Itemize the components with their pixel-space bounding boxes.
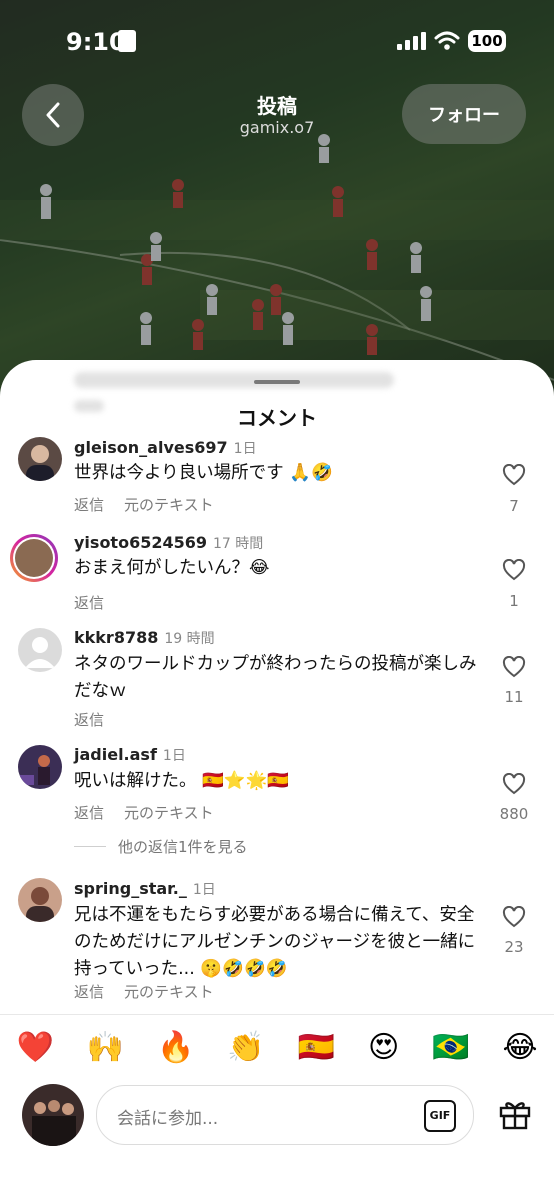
divider [74,846,106,847]
avatar[interactable] [18,745,62,789]
comment-time: 17 時間 [213,536,264,552]
follow-button[interactable]: フォロー [402,84,526,144]
like-count: 7 [509,497,519,515]
comment-time: 19 時間 [164,631,215,647]
comment-actions: 返信 [74,592,104,613]
comment-actions: 返信 元のテキスト [74,981,214,1002]
emoji-flag-spain[interactable]: 🇪🇸 [298,1030,335,1065]
default-avatar-icon [25,637,55,668]
view-more-replies[interactable]: 他の返信1件を見る [74,836,248,857]
gift-icon[interactable] [498,1096,532,1130]
comment-text: おまえ何がしたいん？😂 [74,558,270,578]
avatar[interactable] [18,878,62,922]
battery-icon: 100 [468,30,506,52]
comment-input-placeholder: 会話に参加... [117,1109,219,1129]
gif-button[interactable]: GIF [424,1100,456,1132]
comment-time: 1日 [192,882,216,898]
sheet-title: コメント [237,406,317,430]
emoji-joy[interactable]: 😂 [502,1030,537,1065]
comment-actions: 返信 元のテキスト [74,802,214,823]
avatar[interactable] [22,1084,84,1146]
like-count: 1 [509,592,519,610]
person-badge-icon [118,30,136,52]
comment-text: ネタのワールドカップが終わったらの投稿が楽しみだなｗ [74,654,477,701]
heart-icon[interactable] [502,559,526,581]
comment-text: 世界は今より良い場所です 🙏🤣 [74,463,333,483]
emoji-heart-eyes[interactable]: 😍 [368,1030,399,1065]
emoji-reaction-bar: ❤️ 🙌 🔥 👏 🇪🇸 😍 🇧🇷 😂 [0,1024,554,1070]
blurred-caption [74,372,394,388]
like-count: 11 [504,688,524,706]
emoji-fire[interactable]: 🔥 [157,1030,194,1065]
like-count: 23 [504,938,524,956]
comment-actions: 返信 [74,709,104,730]
heart-icon[interactable] [502,656,526,678]
reply-button[interactable]: 返信 [74,802,104,823]
comment-time: 1日 [233,441,257,457]
translate-button[interactable]: 元のテキスト [124,802,214,823]
emoji-heart[interactable]: ❤️ [16,1030,53,1065]
comment-username[interactable]: yisoto6524569 17 時間 [74,533,263,553]
comment-actions: 返信 元のテキスト [74,494,214,515]
comment-time: 1日 [162,748,186,764]
translate-button[interactable]: 元のテキスト [124,494,214,515]
comment-username[interactable]: gleison_alves697 1日 [74,438,257,458]
comment-username[interactable]: kkkr8788 19 時間 [74,628,215,648]
sheet-drag-handle[interactable] [254,380,300,384]
comment-input-row: 会話に参加... GIF [0,1084,554,1150]
status-bar: 9:10 100 [0,0,554,80]
reply-button[interactable]: 返信 [74,592,104,613]
comment-text: 呪いは解けた。 🇪🇸⭐🌟🇪🇸 [74,771,290,791]
heart-icon[interactable] [502,773,526,795]
divider [0,1014,554,1015]
emoji-clap[interactable]: 👏 [227,1030,264,1065]
avatar [15,539,53,577]
emoji-flag-brazil[interactable]: 🇧🇷 [432,1030,469,1065]
like-count: 880 [499,805,529,823]
heart-icon[interactable] [502,464,526,486]
reply-button[interactable]: 返信 [74,709,104,730]
avatar[interactable] [18,628,62,672]
comment-text: 兄は不運をもたらす必要がある場合に備えて、安全のためだけにアルゼンチンのジャージ… [74,905,476,979]
reply-button[interactable]: 返信 [74,981,104,1002]
comment-username[interactable]: spring_star._ 1日 [74,879,216,899]
translate-button[interactable]: 元のテキスト [124,981,214,1002]
cellular-signal-icon [397,32,426,50]
wifi-icon [434,31,460,50]
avatar-story-ring[interactable] [10,534,58,582]
avatar[interactable] [18,437,62,481]
reply-button[interactable]: 返信 [74,494,104,515]
comment-input[interactable]: 会話に参加... GIF [96,1085,474,1145]
status-time: 9:10 [66,28,126,56]
comment-username[interactable]: jadiel.asf 1日 [74,745,186,765]
heart-icon[interactable] [502,906,526,928]
emoji-raised-hands[interactable]: 🙌 [87,1030,124,1065]
